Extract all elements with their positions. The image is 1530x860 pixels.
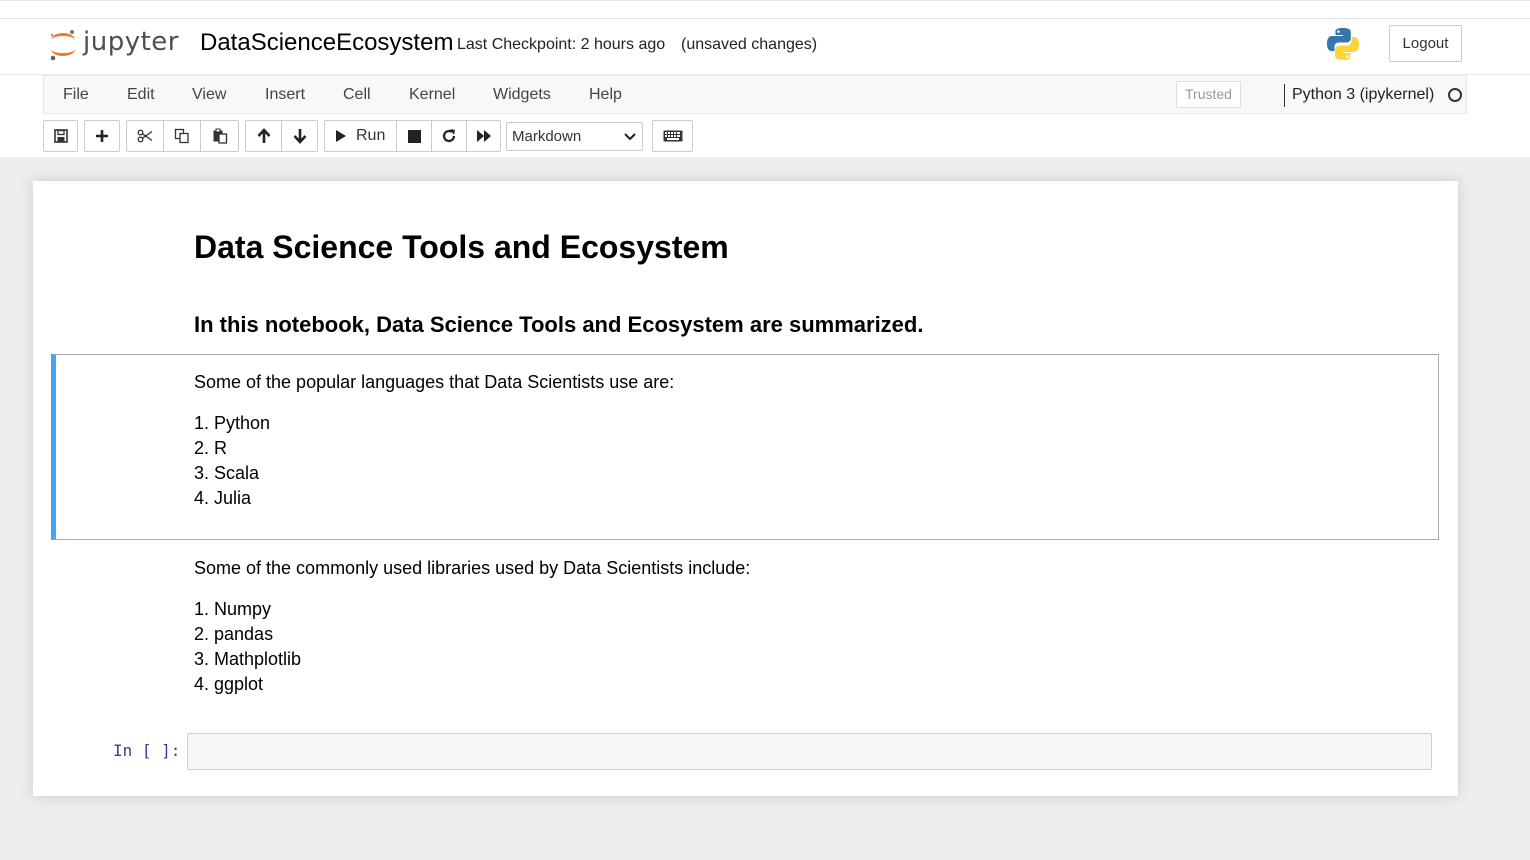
menu-cell[interactable]: Cell bbox=[343, 86, 371, 104]
interrupt-button[interactable] bbox=[397, 121, 432, 151]
checkpoint-status: Last Checkpoint: 2 hours ago bbox=[457, 36, 666, 53]
copy-icon bbox=[174, 128, 189, 144]
play-icon bbox=[336, 130, 346, 142]
arrow-down-icon bbox=[293, 129, 306, 144]
chevron-down-icon bbox=[624, 123, 636, 161]
insert-cell-button[interactable] bbox=[85, 121, 119, 151]
notebook-container: Data Science Tools and Ecosystem In this… bbox=[33, 181, 1458, 796]
notebook-heading-2: In this notebook, Data Science Tools and… bbox=[194, 312, 924, 337]
header-bar: jupyter DataScienceEcosystem Last Checkp… bbox=[0, 0, 1530, 157]
menubar: File Edit View Insert Cell Kernel Widget… bbox=[43, 75, 1467, 114]
restart-run-all-button[interactable] bbox=[467, 121, 500, 151]
menu-insert[interactable]: Insert bbox=[265, 86, 305, 104]
list-item: 4. Julia bbox=[193, 488, 252, 508]
list-item: 1. Python bbox=[193, 413, 271, 433]
menu-help[interactable]: Help bbox=[589, 86, 622, 104]
restart-icon bbox=[442, 129, 456, 143]
command-palette-button[interactable] bbox=[653, 121, 692, 151]
menu-edit[interactable]: Edit bbox=[127, 86, 155, 104]
list-item: 2. R bbox=[193, 438, 228, 458]
keyboard-icon bbox=[663, 130, 682, 142]
plus-icon bbox=[96, 130, 108, 142]
menu-kernel[interactable]: Kernel bbox=[409, 86, 455, 104]
copy-button[interactable] bbox=[164, 121, 201, 151]
save-icon bbox=[53, 129, 68, 143]
toolbar-run-group: Run bbox=[324, 120, 501, 152]
list-item: 1. Numpy bbox=[193, 599, 272, 619]
toolbar-insert-group bbox=[84, 120, 120, 152]
run-button[interactable]: Run bbox=[325, 121, 397, 151]
autosave-status: (unsaved changes) bbox=[681, 36, 818, 53]
kernel-idle-icon bbox=[1448, 88, 1462, 102]
arrow-up-icon bbox=[257, 128, 270, 143]
menu-view[interactable]: View bbox=[192, 86, 226, 104]
toolbar-command-palette-group bbox=[652, 120, 693, 152]
libraries-intro: Some of the commonly used libraries used… bbox=[194, 558, 751, 578]
toolbar-move-group bbox=[245, 120, 318, 152]
logo-text: jupyter bbox=[83, 27, 179, 57]
divider bbox=[1284, 84, 1285, 107]
paste-button[interactable] bbox=[201, 121, 238, 151]
libraries-list: 1. Numpy 2. pandas 3. Mathplotlib 4. ggp… bbox=[190, 597, 301, 697]
menu-file[interactable]: File bbox=[63, 86, 89, 104]
jupyter-logo[interactable]: jupyter bbox=[48, 27, 188, 61]
save-button[interactable] bbox=[44, 121, 77, 151]
notebook-heading-1: Data Science Tools and Ecosystem bbox=[194, 229, 729, 265]
paste-icon bbox=[213, 128, 227, 144]
toolbar-clipboard-group bbox=[126, 120, 239, 152]
kernel-name[interactable]: Python 3 (ipykernel) bbox=[1292, 86, 1434, 104]
divider bbox=[0, 18, 1530, 19]
fast-forward-icon bbox=[476, 130, 491, 142]
input-prompt: In [ ]: bbox=[113, 741, 181, 760]
jupyter-logo-icon bbox=[50, 30, 75, 61]
move-up-button[interactable] bbox=[246, 121, 282, 151]
languages-list: 1. Python 2. R 3. Scala 4. Julia bbox=[190, 411, 270, 511]
list-item: 2. pandas bbox=[193, 624, 274, 644]
restart-button[interactable] bbox=[432, 121, 467, 151]
list-item: 3. Scala bbox=[193, 463, 260, 483]
move-down-button[interactable] bbox=[282, 121, 317, 151]
trusted-indicator[interactable]: Trusted bbox=[1176, 81, 1241, 108]
list-item: 4. ggplot bbox=[193, 674, 264, 694]
logout-button[interactable]: Logout bbox=[1389, 25, 1462, 62]
python-logo-icon bbox=[1325, 26, 1361, 62]
notebook-title[interactable]: DataScienceEcosystem bbox=[200, 29, 453, 57]
stop-icon bbox=[407, 129, 421, 143]
code-cell-input[interactable] bbox=[187, 733, 1432, 770]
cut-icon bbox=[137, 129, 153, 143]
cut-button[interactable] bbox=[127, 121, 164, 151]
cell-type-value: Markdown bbox=[512, 128, 582, 145]
cell-type-select[interactable]: Markdown bbox=[506, 122, 643, 151]
languages-intro: Some of the popular languages that Data … bbox=[194, 372, 675, 392]
list-item: 3. Mathplotlib bbox=[193, 649, 302, 669]
menu-widgets[interactable]: Widgets bbox=[493, 86, 551, 104]
run-label: Run bbox=[356, 127, 386, 144]
toolbar-save-group bbox=[43, 120, 78, 152]
